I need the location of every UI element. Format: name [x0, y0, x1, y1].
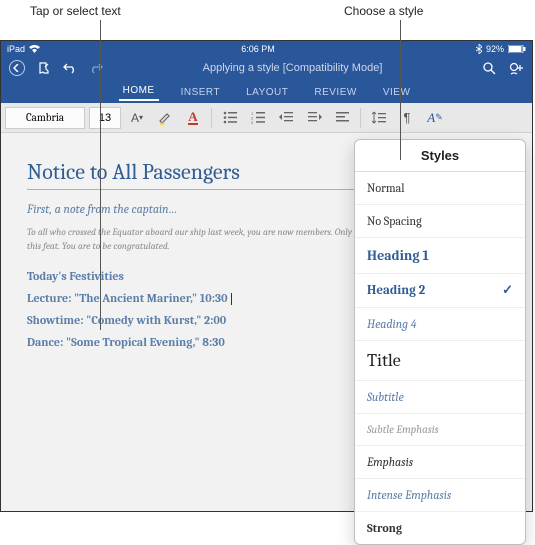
increase-indent-button[interactable]	[302, 107, 326, 129]
style-option-label: Strong	[367, 521, 402, 535]
styles-popover-title: Styles	[355, 140, 525, 172]
style-option-label: Heading 1	[367, 247, 429, 264]
bullets-button[interactable]	[218, 107, 242, 129]
align-button[interactable]	[330, 107, 354, 129]
style-option-normal[interactable]: Normal	[355, 172, 525, 205]
style-option-label: Subtle Emphasis	[367, 423, 439, 436]
status-bar: iPad 6:06 PM 92%	[1, 41, 532, 57]
device-label: iPad	[7, 44, 25, 54]
style-option-strong[interactable]: Strong	[355, 512, 525, 544]
style-option-emphasis[interactable]: Emphasis	[355, 446, 525, 479]
style-option-label: Subtitle	[367, 390, 404, 404]
style-option-label: Heading 2	[367, 283, 425, 298]
undo-button[interactable]	[63, 62, 77, 74]
font-size-extra-button[interactable]: A▾	[125, 107, 149, 129]
bluetooth-icon	[476, 44, 482, 54]
home-toolbar: Cambria 13 A▾ A 123 ¶ A✎	[1, 103, 532, 133]
style-option-label: No Spacing	[367, 214, 422, 228]
tab-home[interactable]: HOME	[119, 82, 159, 101]
check-icon: ✓	[502, 283, 513, 298]
file-pin-button[interactable]	[37, 61, 51, 75]
style-option-heading-2[interactable]: Heading 2 ✓	[355, 274, 525, 308]
style-option-subtitle[interactable]: Subtitle	[355, 381, 525, 414]
style-option-heading-4[interactable]: Heading 4	[355, 308, 525, 341]
svg-text:3: 3	[251, 120, 254, 124]
style-option-label: Heading 4	[367, 317, 417, 331]
window-titlebar: Applying a style [Compatibility Mode]	[1, 57, 532, 79]
style-option-label: Title	[367, 350, 401, 371]
search-button[interactable]	[482, 61, 496, 75]
style-option-label: Intense Emphasis	[367, 488, 451, 502]
line-spacing-button[interactable]	[367, 107, 391, 129]
tab-review[interactable]: REVIEW	[310, 84, 360, 101]
wifi-icon	[29, 45, 40, 53]
doc-event-1b: 10:30	[200, 291, 228, 305]
style-option-subtle-emphasis[interactable]: Subtle Emphasis	[355, 414, 525, 446]
style-option-no-spacing[interactable]: No Spacing	[355, 205, 525, 238]
battery-percent: 92%	[486, 44, 504, 54]
annotation-right: Choose a style	[344, 4, 423, 18]
ribbon-tabs: HOME INSERT LAYOUT REVIEW VIEW	[1, 79, 532, 103]
toolbar-divider	[211, 108, 212, 128]
font-size-select[interactable]: 13	[89, 107, 121, 129]
numbered-list-button[interactable]: 123	[246, 107, 270, 129]
show-marks-button[interactable]: ¶	[395, 107, 419, 129]
style-option-label: Emphasis	[367, 455, 413, 469]
back-button[interactable]	[9, 60, 25, 76]
style-option-title[interactable]: Title	[355, 341, 525, 381]
status-time: 6:06 PM	[40, 44, 476, 54]
style-option-heading-1[interactable]: Heading 1	[355, 238, 525, 274]
battery-icon	[508, 45, 526, 53]
font-name-select[interactable]: Cambria	[5, 107, 85, 129]
tab-insert[interactable]: INSERT	[177, 84, 225, 101]
ipad-frame: iPad 6:06 PM 92%	[0, 40, 533, 512]
tab-view[interactable]: VIEW	[379, 84, 415, 101]
highlight-button[interactable]	[153, 107, 177, 129]
style-option-intense-emphasis[interactable]: Intense Emphasis	[355, 479, 525, 512]
toolbar-divider	[360, 108, 361, 128]
tab-layout[interactable]: LAYOUT	[242, 84, 292, 101]
styles-button[interactable]: A✎	[423, 107, 447, 129]
share-button[interactable]	[508, 61, 524, 75]
font-color-button[interactable]: A	[181, 107, 205, 129]
style-option-label: Normal	[367, 181, 404, 195]
document-title: Applying a style [Compatibility Mode]	[103, 62, 482, 74]
decrease-indent-button[interactable]	[274, 107, 298, 129]
redo-button[interactable]	[89, 62, 103, 74]
doc-event-1a: Lecture: "The Ancient Mariner,"	[27, 291, 200, 305]
styles-popover: Styles Normal No Spacing Heading 1 Heading …	[354, 139, 526, 545]
annotation-left: Tap or select text	[30, 4, 121, 18]
